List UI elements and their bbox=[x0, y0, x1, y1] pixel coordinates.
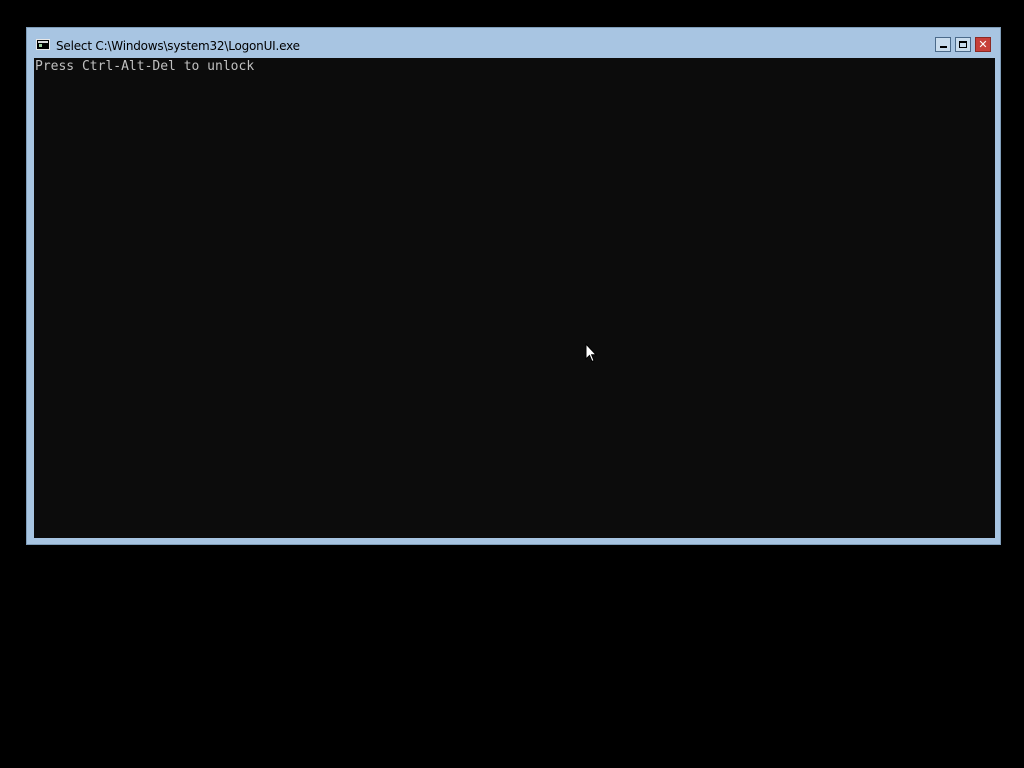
console-output[interactable]: Press Ctrl-Alt-Del to unlock bbox=[34, 58, 995, 538]
console-line: Press Ctrl-Alt-Del to unlock bbox=[35, 59, 255, 74]
minimize-button[interactable] bbox=[935, 37, 951, 52]
close-icon: ✕ bbox=[978, 38, 988, 51]
close-button[interactable]: ✕ bbox=[975, 37, 991, 52]
console-app-icon[interactable] bbox=[36, 39, 50, 50]
desktop: Select C:\Windows\system32\LogonUI.exe ✕… bbox=[0, 0, 1024, 768]
arrow-cursor-icon bbox=[585, 343, 597, 363]
console-window[interactable]: Select C:\Windows\system32\LogonUI.exe ✕… bbox=[26, 27, 1001, 545]
title-bar[interactable]: Select C:\Windows\system32\LogonUI.exe ✕ bbox=[27, 28, 1000, 58]
maximize-button[interactable] bbox=[955, 37, 971, 52]
window-title: Select C:\Windows\system32\LogonUI.exe bbox=[56, 39, 300, 53]
